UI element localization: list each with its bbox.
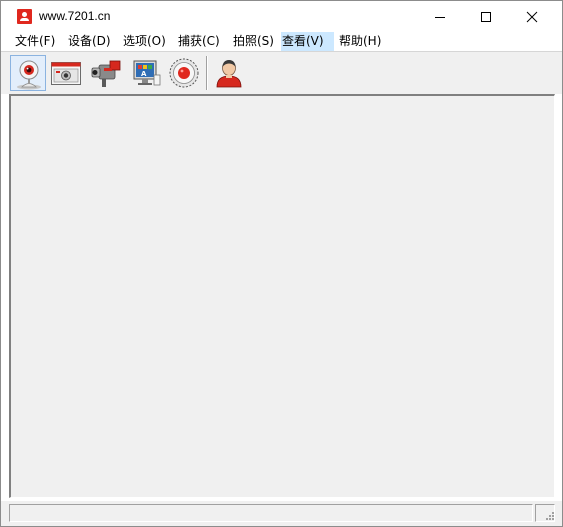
toolbar-webcam-button[interactable] [10, 55, 46, 91]
toolbar-video-camera-button[interactable] [88, 55, 124, 91]
status-pane-main [9, 504, 533, 522]
toolbar-display-settings-button[interactable]: A [128, 55, 164, 91]
video-camera-icon [91, 60, 121, 87]
webcam-icon [17, 60, 41, 90]
toolbar-record-button[interactable] [166, 55, 202, 91]
menu-view[interactable]: 查看(V) [281, 32, 334, 51]
minimize-button[interactable] [417, 1, 463, 32]
toolbar-user-button[interactable] [211, 55, 247, 91]
app-logo-icon[interactable] [17, 9, 32, 24]
menu-help[interactable]: 帮助(H) [338, 32, 382, 51]
maximize-button[interactable] [463, 1, 509, 32]
maximize-icon [481, 11, 491, 22]
status-bar [1, 500, 562, 526]
user-icon [216, 60, 242, 88]
toolbar-camera-button[interactable] [48, 55, 84, 91]
title-bar[interactable]: www.7201.cn [1, 1, 562, 32]
menu-snapshot[interactable]: 拍照(S) [232, 32, 275, 51]
close-icon [526, 11, 538, 22]
preview-area[interactable] [9, 94, 555, 498]
resize-grip-icon[interactable] [545, 511, 555, 521]
menu-device[interactable]: 设备(D) [67, 32, 112, 51]
app-window: www.7201.cn 文件(F) 设备(D) 选项(O) 捕获(C) 拍照(S… [0, 0, 563, 527]
menu-file[interactable]: 文件(F) [14, 32, 56, 51]
menu-bar: 文件(F) 设备(D) 选项(O) 捕获(C) 拍照(S) 查看(V) 帮助(H… [1, 32, 562, 51]
window-title: www.7201.cn [39, 9, 111, 23]
menu-capture[interactable]: 捕获(C) [177, 32, 221, 51]
record-icon [169, 58, 199, 88]
camera-window-icon [51, 62, 81, 85]
toolbar-separator [206, 56, 208, 90]
menu-options[interactable]: 选项(O) [122, 32, 167, 51]
minimize-icon [435, 16, 445, 18]
toolbar: A [1, 51, 562, 94]
monitor-palette-icon: A [133, 60, 161, 86]
close-button[interactable] [509, 1, 555, 32]
svg-text:A: A [141, 70, 147, 78]
